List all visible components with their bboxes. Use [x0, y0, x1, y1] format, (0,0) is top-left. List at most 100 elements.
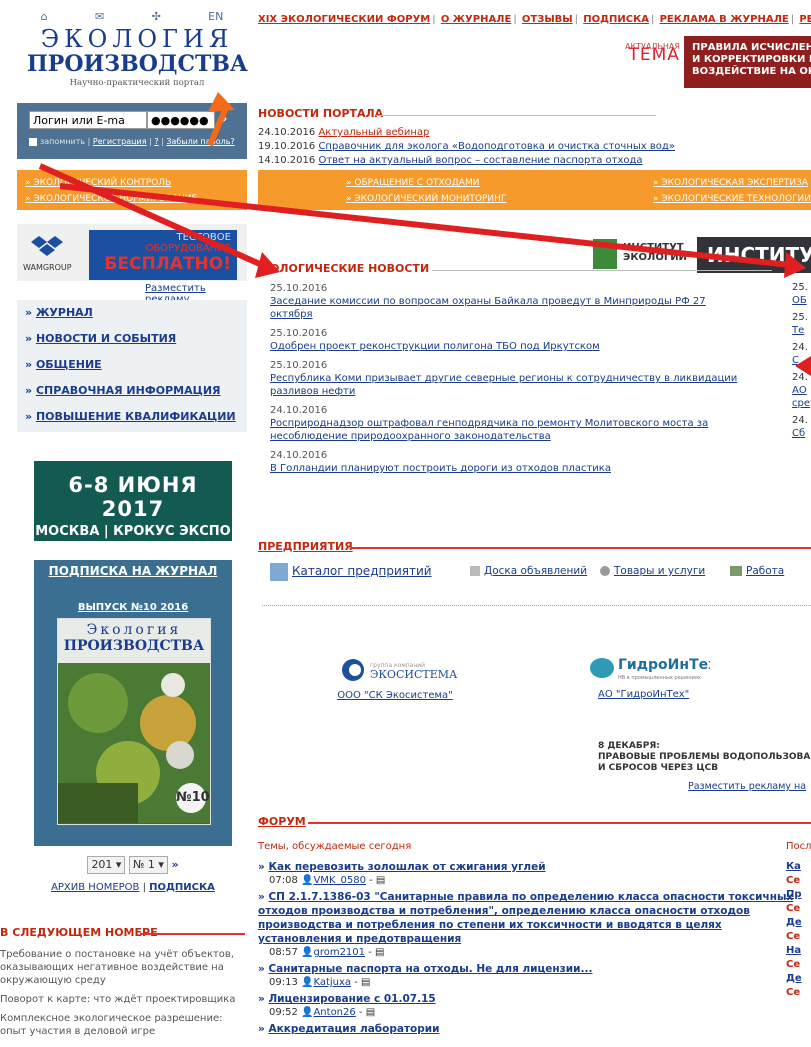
catalog-link[interactable]: Каталог предприятий [292, 564, 432, 578]
forum-meta: 08:57 👤grom2101 - ▤ [269, 947, 385, 958]
go-button[interactable]: » [171, 858, 178, 871]
archive-link[interactable]: АРХИВ НОМЕРОВ [51, 882, 139, 893]
portal-news-link[interactable]: Ответ на актуальный вопрос – составление… [318, 155, 642, 166]
reply-icon: ▤ [375, 875, 386, 886]
number-select[interactable]: № 1 ▾ [128, 856, 168, 874]
nav-reference[interactable]: СПРАВОЧНАЯ ИНФОРМАЦИЯ [36, 384, 221, 397]
menu-monitoring[interactable]: » ЭКОЛОГИЧЕСКИЙ МОНИТОРИНГ [346, 194, 506, 204]
ecosystem-logo: группа компаний ЭКОСИСТЕМА [342, 659, 458, 681]
news-link[interactable]: Заседание комиссии по вопросам охраны Ба… [270, 296, 706, 320]
subscribe-link[interactable]: ПОДПИСКА [149, 882, 215, 893]
forum-link[interactable]: ФОРУМ [258, 815, 306, 828]
next-issue-item: Комплексное экологическое разрешение: оп… [0, 1013, 223, 1037]
place-ad-link-2[interactable]: Разместить рекламу на [688, 781, 806, 792]
nav-journal[interactable]: ЖУРНАЛ [36, 306, 93, 319]
site-logo[interactable]: ЭКОЛОГИЯ ПРОИЗВОДСТВА Научно-практически… [27, 26, 248, 104]
list-item: 24.10.2016 Актуальный вебинар [258, 127, 430, 138]
forum-right-link[interactable]: На [786, 945, 801, 956]
news-item: 24.10.2016 Росприроднадзор оштрафовал ген… [270, 405, 709, 442]
login-input[interactable] [29, 111, 147, 129]
job-link[interactable]: Работа [746, 565, 784, 577]
goods-link[interactable]: Товары и услуги [614, 565, 705, 577]
sitemap-icon[interactable]: ✣ [152, 10, 161, 23]
right-news-link[interactable]: Сб [792, 428, 805, 439]
portal-news-link[interactable]: Актуальный вебинар [318, 127, 429, 138]
password-input[interactable] [147, 111, 215, 129]
orange-menu-left: » ЭКОЛОГИЧЕСКИЙ КОНТРОЛЬ » ЭКОЛОГИЧЕСКОЕ… [17, 170, 247, 210]
register-link[interactable]: Регистрация [93, 137, 147, 146]
forum-topic: » СП 2.1.7.1386-03 "Санитарные правила п… [258, 891, 794, 945]
journal-cover[interactable]: Экология ПРОИЗВОДСТВА №10 [57, 618, 211, 825]
gidrointeh-logo: ГидроИнТех НВ в промышленных решениях [590, 657, 717, 681]
forum-right-link[interactable]: Ка [786, 861, 801, 872]
portal-news-link[interactable]: Справочник для эколога «Водоподготовка и… [318, 141, 674, 152]
menu-eco-expertise[interactable]: » ЭКОЛОГИЧЕСКАЯ ЭКСПЕРТИЗА [653, 178, 808, 188]
list-item: 14.10.2016 Ответ на актуальный вопрос – … [258, 155, 643, 166]
board-icon [470, 566, 480, 576]
menu-eco-tech[interactable]: » ЭКОЛОГИЧЕСКИЕ ТЕХНОЛОГИИ [653, 194, 811, 204]
menu-eco-control[interactable]: » ЭКОЛОГИЧЕСКИЙ КОНТРОЛЬ [25, 178, 171, 188]
news-link[interactable]: В Голландии планируют построить дороги и… [270, 463, 611, 474]
right-news-link[interactable]: С [792, 355, 799, 366]
news-item: 25.10.2016 Одобрен проект реконструкции п… [270, 328, 600, 352]
news-link[interactable]: Росприроднадзор оштрафовал генподрядчика… [270, 418, 708, 442]
topnav-about[interactable]: О ЖУРНАЛЕ [441, 14, 512, 25]
enterprises-heading: ПРЕДПРИЯТИЯ [258, 540, 811, 553]
expo-dates: 6-8 ИЮНЯ 2017 [68, 473, 198, 521]
right-news-link[interactable]: АО [792, 385, 807, 396]
topnav-forum[interactable]: XIX ЭКОЛОГИЧЕСКИЙ ФОРУМ [258, 14, 430, 25]
user-link[interactable]: Katjuxa [313, 977, 351, 988]
nav-news-events[interactable]: НОВОСТИ И СОБЫТИЯ [36, 332, 176, 345]
expo-banner[interactable]: 6-8 ИЮНЯ 2017 МОСКВА | КРОКУС ЭКСПО [34, 461, 232, 541]
forum-right-link[interactable]: Пр [786, 889, 802, 900]
news-link[interactable]: Одобрен проект реконструкции полигона ТБ… [270, 341, 600, 352]
login-submit-icon[interactable]: » [219, 111, 228, 127]
nav-qualification[interactable]: ПОВЫШЕНИЕ КВАЛИФИКАЦИИ [36, 410, 236, 423]
red-banner[interactable]: ПРАВИЛА ИСЧИСЛЕНИ И КОРРЕКТИРОВКИ ПЛАТЬ … [684, 36, 811, 88]
user-link[interactable]: grom2101 [313, 947, 365, 958]
news-link[interactable]: Республика Коми призывает другие северны… [270, 373, 737, 397]
portal-news-list: 24.10.2016 Актуальный вебинар 19.10.2016… [258, 126, 675, 168]
company-gidrointeh-link[interactable]: АО "ГидроИнТех" [598, 689, 689, 700]
banner-text: ТЕСТОВОЕ ОБОРУДОВАНИЕ БЕСПЛАТНО! [89, 230, 237, 280]
remember-checkbox[interactable] [29, 137, 37, 146]
menu-waste[interactable]: » ОБРАЩЕНИЕ С ОТХОДАМИ [346, 178, 479, 188]
forum-topic-link[interactable]: Аккредитация лаборатории [268, 1023, 439, 1035]
forum-topic-link[interactable]: Лицензирование с 01.07.15 [268, 993, 435, 1005]
left-column: ⌂ ✉ ✣ EN ЭКОЛОГИЯ ПРОИЗВОДСТВА Научно-пр… [0, 0, 248, 1047]
forum-topic: » Аккредитация лаборатории [258, 1023, 440, 1035]
user-icon: 👤 [301, 875, 314, 886]
forum-topic-link[interactable]: Как перевозить золошлак от сжигания угле… [268, 861, 545, 873]
right-news-link[interactable]: Те [792, 325, 804, 336]
nav-communication[interactable]: ОБЩЕНИЕ [36, 358, 102, 371]
company-ecosystem-link[interactable]: ООО "СК Экосистема" [337, 690, 453, 701]
topnav-advert2[interactable]: РЕКЛАМ [799, 14, 811, 25]
subscribe-title-link[interactable]: ПОДПИСКА НА ЖУРНАЛ [49, 564, 218, 578]
language-en-link[interactable]: EN [208, 10, 223, 23]
enterprises-link[interactable]: ПРЕДПРИЯТИЯ [258, 540, 353, 553]
ad-banner-wamgroup[interactable]: WAMGROUP ТЕСТОВОЕ ОБОРУДОВАНИЕ БЕСПЛАТНО… [17, 224, 247, 281]
seminar-announcement[interactable]: 8 ДЕКАБРЯ: ПРАВОВЫЕ ПРОБЛЕМЫ ВОДОПОЛЬЗОВ… [598, 741, 811, 774]
forum-right-link[interactable]: Де [786, 917, 802, 928]
orange-menu-right: » ОБРАЩЕНИЕ С ОТХОДАМИ » ЭКОЛОГИЧЕСКАЯ Э… [258, 170, 811, 210]
right-news-link[interactable]: ОБ [792, 295, 807, 306]
forum-right-link[interactable]: Де [786, 973, 802, 984]
user-link[interactable]: VMK_0580 [313, 875, 365, 886]
mail-icon[interactable]: ✉ [95, 10, 104, 23]
help-link[interactable]: ? [154, 137, 158, 146]
menu-eco-norming[interactable]: » ЭКОЛОГИЧЕСКОЕ НОРМИРОВАНИЕ [25, 194, 197, 204]
topnav-subscription[interactable]: ПОДПИСКА [583, 14, 649, 25]
issue-link[interactable]: ВЫПУСК №10 2016 [78, 602, 188, 613]
board-link[interactable]: Доска объявлений [484, 565, 587, 577]
year-select[interactable]: 201 ▾ [87, 856, 126, 874]
company-ecosystem[interactable]: группа компаний ЭКОСИСТЕМА ООО "СК Экоси… [337, 657, 470, 701]
company-gidrointeh[interactable]: ГидроИнТех НВ в промышленных решениях АО… [590, 654, 717, 700]
home-icon[interactable]: ⌂ [41, 10, 48, 23]
user-link[interactable]: Anton26 [313, 1007, 355, 1018]
right-news-link[interactable]: сре [792, 398, 810, 409]
forum-topic-link[interactable]: СП 2.1.7.1386-03 "Санитарные правила по … [258, 891, 793, 945]
forgot-password-link[interactable]: Забыли пароль? [166, 137, 234, 146]
topnav-reviews[interactable]: ОТЗЫВЫ [522, 14, 573, 25]
forum-topic-link[interactable]: Санитарные паспорта на отходы. Не для ли… [268, 963, 592, 975]
topnav-advert[interactable]: РЕКЛАМА В ЖУРНАЛЕ [660, 14, 789, 25]
